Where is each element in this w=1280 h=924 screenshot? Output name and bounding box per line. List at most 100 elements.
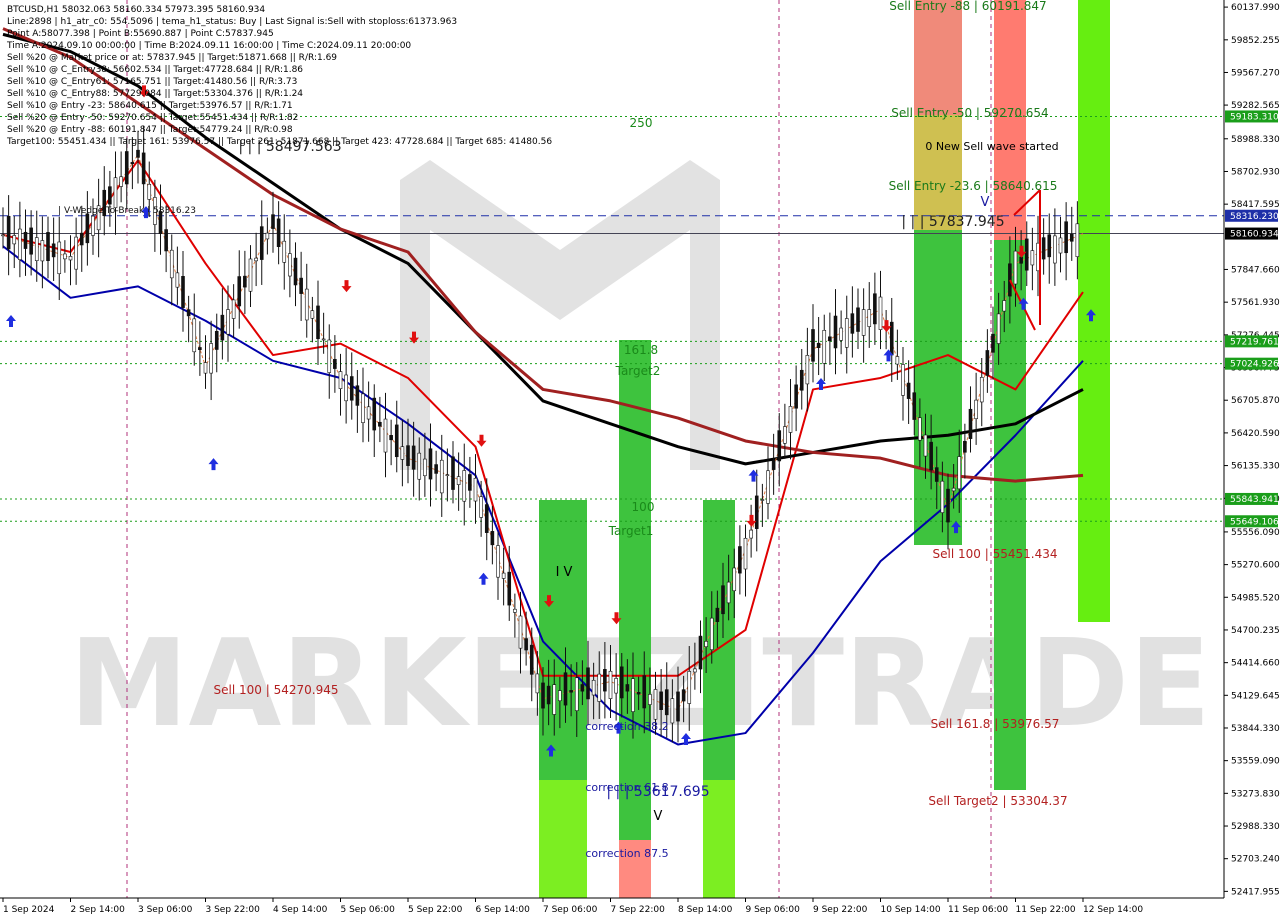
candle-body bbox=[276, 218, 281, 247]
candle-body bbox=[912, 392, 917, 420]
candle-body bbox=[389, 435, 393, 441]
candle-body bbox=[552, 684, 557, 715]
candle-body bbox=[704, 641, 708, 647]
time-tick-label: 4 Sep 14:00 bbox=[273, 905, 328, 915]
price-tick-label: 55556.090 bbox=[1231, 528, 1280, 538]
zone-lime-a bbox=[539, 780, 587, 898]
candle-body bbox=[310, 310, 315, 319]
candle-body bbox=[619, 666, 624, 699]
candle-body bbox=[901, 364, 905, 396]
candle-body bbox=[366, 406, 371, 420]
time-tick-label: 9 Sep 22:00 bbox=[813, 905, 868, 915]
candle-body bbox=[648, 694, 652, 705]
time-tick-label: 5 Sep 06:00 bbox=[341, 905, 396, 915]
candle-body bbox=[231, 299, 236, 319]
candle-body bbox=[867, 309, 872, 327]
candle-body bbox=[1013, 250, 1018, 285]
info-line: Line:2898 | h1_atr_c0: 554.5096 | tema_h… bbox=[7, 17, 457, 27]
candle-body bbox=[74, 236, 78, 270]
candle-body bbox=[923, 434, 928, 457]
price-chart[interactable]: MARKETZITRADE bbox=[0, 0, 1280, 920]
price-badge-label: 57024.926 bbox=[1230, 360, 1279, 370]
time-tick-label: 7 Sep 22:00 bbox=[611, 905, 666, 915]
candle-body bbox=[304, 288, 309, 321]
candle-body bbox=[316, 305, 320, 340]
candle-body bbox=[799, 369, 804, 391]
candle-body bbox=[282, 240, 287, 263]
zone-green-b bbox=[619, 340, 651, 840]
candle-body bbox=[766, 470, 770, 504]
candle-body bbox=[130, 162, 135, 165]
new-sell-wave-label: 0 New Sell wave started bbox=[925, 140, 1058, 153]
level-250-label: 250 bbox=[630, 116, 653, 130]
candle-body bbox=[1053, 235, 1057, 264]
price-tick-label: 53559.090 bbox=[1231, 757, 1280, 767]
candle-body bbox=[91, 215, 95, 236]
candle-body bbox=[1002, 300, 1007, 312]
candle-body bbox=[490, 531, 495, 546]
candle-body bbox=[991, 333, 995, 353]
candle-body bbox=[642, 675, 647, 709]
candle-body bbox=[237, 276, 242, 307]
candle-body bbox=[816, 342, 821, 348]
candle-body bbox=[586, 667, 590, 700]
candle-body bbox=[18, 228, 22, 260]
candle-body bbox=[580, 684, 585, 692]
price-axis[interactable]: 60137.990 59852.255 59567.270 59282.565 5898… bbox=[1223, 0, 1280, 898]
candle-body bbox=[198, 347, 202, 351]
candle-body bbox=[372, 397, 377, 431]
candle-body bbox=[636, 692, 641, 695]
zone-lime-far-right bbox=[1078, 0, 1110, 622]
info-line: Sell %10 @ C_Entry88: 57729.084 || Targe… bbox=[7, 89, 303, 99]
candle-body bbox=[1019, 256, 1023, 264]
time-tick-label: 3 Sep 06:00 bbox=[138, 905, 193, 915]
price-tick-label: 56135.330 bbox=[1231, 462, 1280, 472]
candle-body bbox=[394, 424, 399, 458]
price-tick-label: 60137.990 bbox=[1231, 3, 1280, 13]
time-axis[interactable]: 1 Sep 2024 2 Sep 14:00 3 Sep 06:00 3 Sep 22… bbox=[0, 897, 1224, 915]
wave-v-right-label: V bbox=[981, 195, 990, 210]
price-axis-ticks: 60137.990 59852.255 59567.270 59282.565 5898… bbox=[1224, 3, 1280, 897]
correction-38-label: correction 38.2 bbox=[585, 720, 668, 733]
candle-body bbox=[451, 456, 455, 490]
candle-body bbox=[574, 677, 579, 711]
candle-body bbox=[327, 339, 332, 373]
candle-body bbox=[1047, 234, 1052, 258]
candle-body bbox=[974, 399, 978, 420]
sell-100-right-label: Sell 100 | 55451.434 bbox=[933, 547, 1058, 561]
candle-body bbox=[603, 669, 607, 692]
candle-body bbox=[119, 176, 123, 187]
candle-body bbox=[659, 691, 663, 710]
info-line: BTCUSD,H1 58032.063 58160.334 57973.395 … bbox=[7, 5, 265, 15]
candle-body bbox=[631, 678, 635, 712]
candle-body bbox=[79, 232, 84, 246]
price-tick-label: 59567.270 bbox=[1231, 68, 1280, 78]
candle-body bbox=[873, 293, 877, 325]
candle-body bbox=[614, 678, 618, 694]
info-line: Sell %20 @ Entry -88: 60191.847 || Targe… bbox=[7, 125, 293, 135]
candle-body bbox=[777, 430, 782, 462]
candle-body bbox=[113, 177, 118, 209]
candle-body bbox=[918, 417, 922, 441]
candle-body bbox=[23, 231, 28, 249]
candle-body bbox=[546, 685, 551, 705]
sell-entry-23-label: Sell Entry -23.6 | 58640.615 bbox=[889, 179, 1058, 193]
point-b-label: | | | 53617.695 bbox=[606, 784, 709, 800]
candle-body bbox=[811, 329, 815, 362]
candle-body bbox=[147, 183, 152, 200]
candle-body bbox=[501, 572, 506, 579]
candle-body bbox=[1041, 237, 1046, 260]
price-badge-label: 59183.310 bbox=[1230, 112, 1279, 122]
candle-body bbox=[563, 672, 568, 706]
candle-body bbox=[349, 376, 354, 401]
candle-body bbox=[771, 460, 776, 470]
candle-body bbox=[760, 499, 765, 501]
candle-body bbox=[985, 350, 990, 376]
info-line: Sell %10 @ C_Entry38: 56602.534 || Targe… bbox=[7, 65, 303, 75]
candle-body bbox=[164, 229, 168, 252]
candle-body bbox=[29, 227, 33, 255]
candle-body bbox=[957, 456, 962, 490]
candle-body bbox=[248, 258, 253, 292]
candle-body bbox=[968, 408, 973, 439]
candle-body bbox=[406, 445, 410, 466]
